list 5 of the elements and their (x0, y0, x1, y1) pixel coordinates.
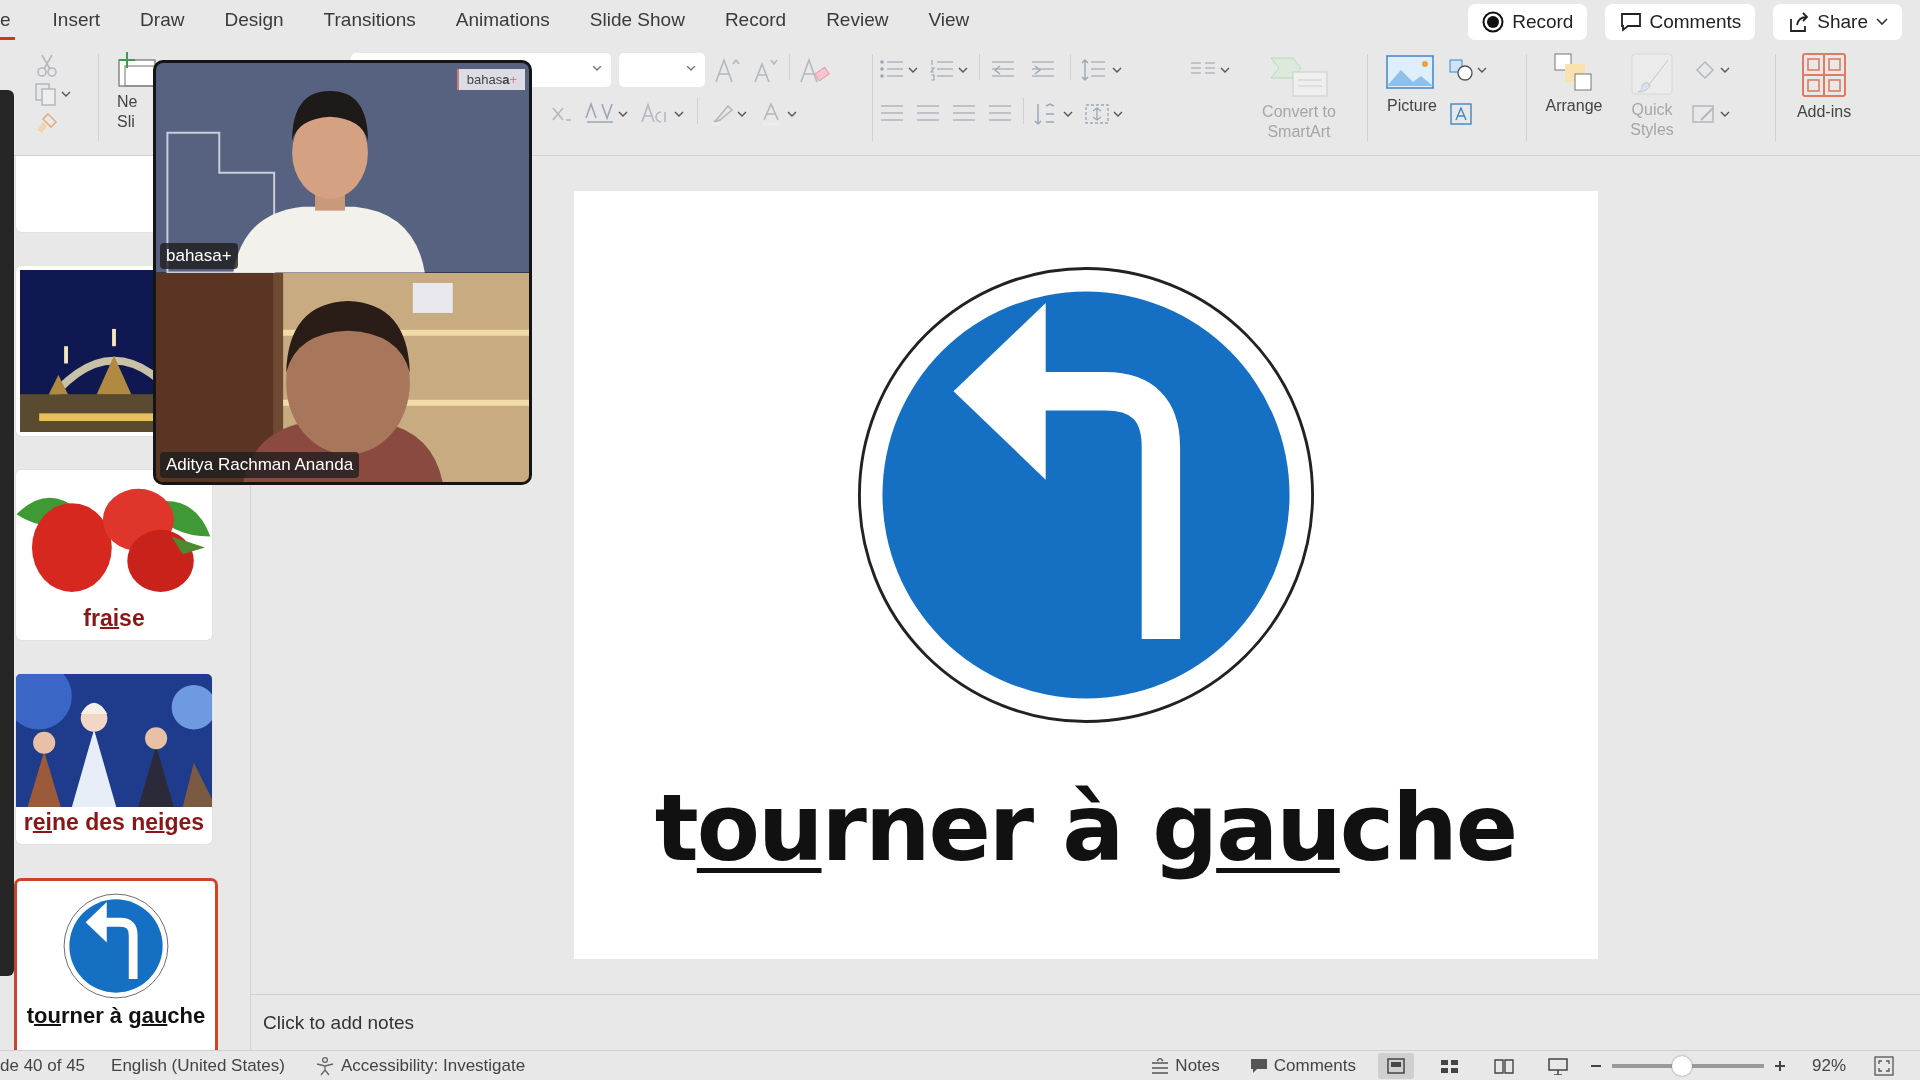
slide-caption: fraise (83, 604, 145, 633)
slide-title: tourner à gauche (654, 775, 1517, 882)
slide-counter: de 40 of 45 (0, 1055, 86, 1076)
slide-caption: reine des neiges (23, 808, 205, 837)
slide-caption: tourner à gauche (25, 1002, 207, 1030)
